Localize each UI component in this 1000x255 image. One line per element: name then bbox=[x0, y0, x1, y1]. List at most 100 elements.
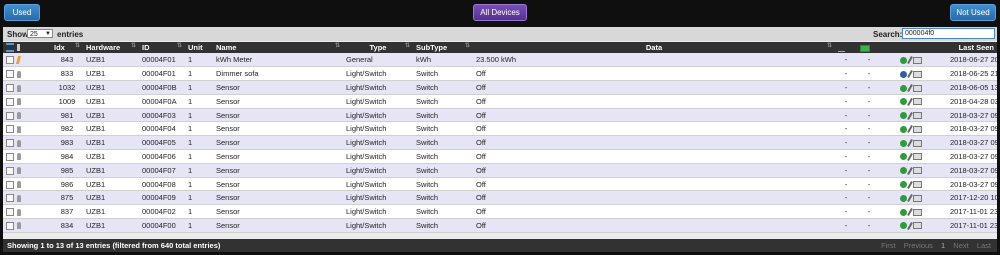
header-data[interactable]: Data ⇅ bbox=[473, 42, 835, 53]
cell-name: Sensor bbox=[213, 218, 343, 233]
row-select[interactable] bbox=[3, 135, 51, 151]
row-select[interactable] bbox=[3, 121, 51, 137]
row-checkbox[interactable] bbox=[6, 221, 14, 230]
table-row[interactable]: 983 UZB1 00004F05 1 Sensor Light/Switch Switch… bbox=[3, 135, 997, 151]
cell-unit: 1 bbox=[185, 204, 213, 220]
edit-icon[interactable] bbox=[907, 84, 913, 92]
cell-actions bbox=[897, 218, 947, 233]
log-icon[interactable] bbox=[913, 153, 922, 161]
header-idx[interactable]: Idx ⇅ bbox=[51, 42, 83, 53]
switch-icon[interactable] bbox=[900, 167, 907, 175]
table-row[interactable]: 1032 UZB1 00004F0B 1 Sensor Light/Switch Switc… bbox=[3, 80, 997, 95]
not-used-button[interactable]: Not Used bbox=[950, 4, 996, 21]
row-select[interactable] bbox=[3, 94, 51, 109]
row-select[interactable] bbox=[3, 53, 51, 68]
cell-name: Sensor bbox=[213, 149, 343, 164]
log-icon[interactable] bbox=[913, 98, 922, 106]
row-select[interactable] bbox=[3, 177, 51, 192]
table-row[interactable]: 982 UZB1 00004F04 1 Sensor Light/Switch Switch… bbox=[3, 121, 997, 137]
log-icon[interactable] bbox=[913, 181, 922, 189]
row-checkbox[interactable] bbox=[6, 56, 14, 65]
log-icon[interactable] bbox=[913, 125, 922, 133]
edit-icon[interactable] bbox=[907, 97, 913, 106]
header-name[interactable]: Name ⇅ bbox=[213, 42, 343, 53]
row-select[interactable] bbox=[3, 108, 51, 123]
row-checkbox[interactable] bbox=[6, 70, 14, 79]
row-select[interactable] bbox=[3, 80, 51, 95]
all-devices-button[interactable]: All Devices bbox=[473, 4, 527, 21]
row-select[interactable] bbox=[3, 204, 51, 220]
used-button[interactable]: Used bbox=[4, 4, 40, 21]
row-checkbox[interactable] bbox=[6, 152, 14, 161]
edit-icon[interactable] bbox=[907, 70, 913, 79]
header-signal[interactable] bbox=[835, 42, 857, 53]
header-hardware[interactable]: Hardware ⇅ bbox=[83, 42, 139, 53]
switch-icon[interactable] bbox=[900, 98, 907, 106]
switch-icon[interactable] bbox=[900, 181, 907, 189]
table-row[interactable]: 833 UZB1 00004F01 1 Dimmer sofa Light/Switch S… bbox=[3, 66, 997, 82]
edit-icon[interactable] bbox=[907, 139, 913, 148]
log-icon[interactable] bbox=[913, 208, 922, 216]
table-row[interactable]: 986 UZB1 00004F08 1 Sensor Light/Switch Switch… bbox=[3, 177, 997, 192]
edit-icon[interactable] bbox=[907, 56, 913, 65]
row-checkbox[interactable] bbox=[6, 84, 14, 92]
row-checkbox[interactable] bbox=[6, 166, 14, 175]
edit-icon[interactable] bbox=[907, 208, 913, 217]
log-icon[interactable] bbox=[913, 222, 922, 230]
header-id[interactable]: ID ⇅ bbox=[139, 42, 185, 53]
row-select[interactable] bbox=[3, 218, 51, 233]
next-page-link[interactable]: Next bbox=[953, 241, 968, 250]
table-row[interactable]: 875 UZB1 00004F09 1 Sensor Light/Switch Switch… bbox=[3, 190, 997, 206]
last-page-link[interactable]: Last bbox=[977, 241, 991, 250]
row-select[interactable] bbox=[3, 149, 51, 164]
previous-page-link[interactable]: Previous bbox=[904, 241, 933, 250]
header-type[interactable]: Type ⇅ bbox=[343, 42, 413, 53]
search-input[interactable]: 000004f0 bbox=[902, 28, 995, 39]
table-row[interactable]: 985 UZB1 00004F07 1 Sensor Light/Switch Switch… bbox=[3, 163, 997, 178]
log-icon[interactable] bbox=[913, 84, 922, 92]
table-row[interactable]: 1009 UZB1 00004F0A 1 Sensor Light/Switch Switc… bbox=[3, 94, 997, 109]
row-checkbox[interactable] bbox=[6, 208, 14, 217]
log-icon[interactable] bbox=[913, 70, 922, 78]
row-checkbox[interactable] bbox=[6, 111, 14, 120]
cell-name: Sensor bbox=[213, 204, 343, 220]
table-row[interactable]: 837 UZB1 00004F02 1 Sensor Light/Switch Switch… bbox=[3, 204, 997, 220]
log-icon[interactable] bbox=[913, 56, 922, 64]
row-select[interactable] bbox=[3, 66, 51, 82]
cell-spacer bbox=[881, 177, 897, 192]
cell-battery: - bbox=[857, 204, 881, 220]
edit-icon[interactable] bbox=[907, 222, 913, 230]
header-subtype[interactable]: SubType ⇅ bbox=[413, 42, 473, 53]
log-icon[interactable] bbox=[913, 139, 922, 147]
header-battery[interactable] bbox=[857, 42, 881, 53]
table-row[interactable]: 984 UZB1 00004F06 1 Sensor Light/Switch Switch… bbox=[3, 149, 997, 164]
table-row[interactable]: 981 UZB1 00004F03 1 Sensor Light/Switch Switch… bbox=[3, 108, 997, 123]
table-row[interactable]: 834 UZB1 00004F00 1 Sensor Light/Switch Switch… bbox=[3, 218, 997, 233]
edit-icon[interactable] bbox=[907, 125, 913, 134]
header-icons[interactable] bbox=[3, 42, 51, 53]
edit-icon[interactable] bbox=[907, 194, 913, 203]
edit-icon[interactable] bbox=[907, 111, 913, 120]
row-select[interactable] bbox=[3, 190, 51, 206]
row-checkbox[interactable] bbox=[6, 139, 14, 148]
header-last-seen[interactable]: Last Seen bbox=[897, 42, 997, 53]
current-page[interactable]: 1 bbox=[941, 241, 945, 250]
row-checkbox[interactable] bbox=[6, 194, 14, 203]
entries-select[interactable]: 25 ▼ bbox=[27, 29, 53, 38]
edit-icon[interactable] bbox=[907, 153, 913, 161]
first-page-link[interactable]: First bbox=[881, 241, 896, 250]
header-unit[interactable]: Unit bbox=[185, 42, 213, 53]
edit-icon[interactable] bbox=[907, 180, 913, 189]
switch-icon[interactable] bbox=[900, 112, 907, 120]
row-checkbox[interactable] bbox=[6, 125, 14, 134]
row-checkbox[interactable] bbox=[6, 180, 14, 189]
cell-spacer bbox=[881, 218, 897, 233]
log-icon[interactable] bbox=[913, 112, 922, 120]
log-icon[interactable] bbox=[913, 167, 922, 175]
row-select[interactable] bbox=[3, 163, 51, 178]
row-checkbox[interactable] bbox=[6, 97, 14, 106]
log-icon[interactable] bbox=[913, 194, 922, 202]
edit-icon[interactable] bbox=[907, 166, 913, 175]
table-row[interactable]: 843 UZB1 00004F01 1 kWh Meter General kWh 23.50… bbox=[3, 53, 997, 68]
header-id-label: ID bbox=[142, 43, 150, 52]
